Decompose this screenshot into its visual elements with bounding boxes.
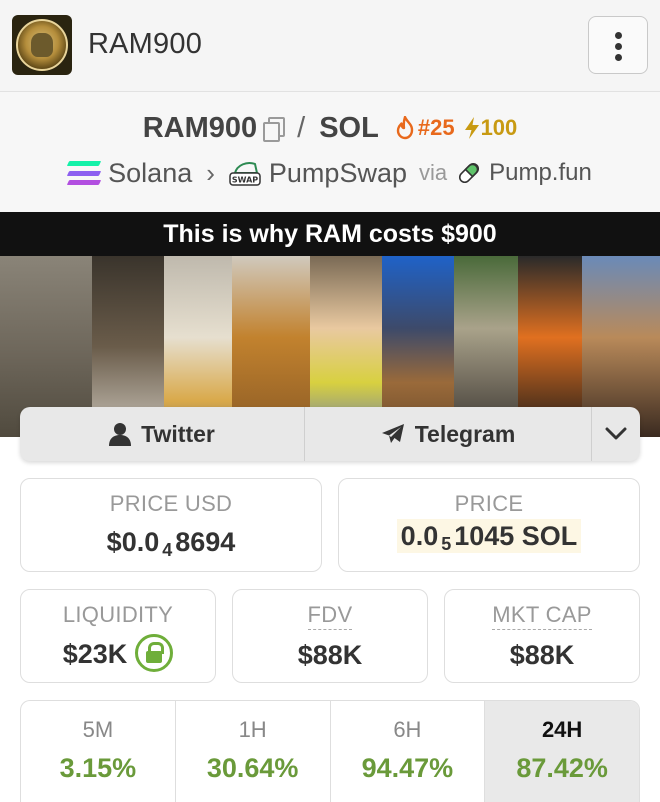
- dex-name[interactable]: PumpSwap: [269, 158, 407, 189]
- solana-icon: [66, 161, 102, 185]
- fdv-value: $88K: [297, 640, 363, 670]
- market-cap-card: MKT CAP $88K: [444, 589, 640, 683]
- price-usd-value: $0.0 4 8694: [106, 527, 236, 560]
- liquidity-value: $23K: [62, 639, 128, 669]
- lightning-icon: [464, 117, 479, 139]
- market-cap-label[interactable]: MKT CAP: [492, 602, 592, 630]
- price-usd-card: PRICE USD $0.0 4 8694: [20, 478, 322, 572]
- chevron-right-icon: ›: [206, 157, 215, 188]
- quote-token-symbol: SOL: [319, 111, 379, 144]
- liquidity-value-row: $23K: [21, 634, 215, 672]
- page-title: RAM900: [88, 28, 203, 60]
- pair-title: RAM900 / SOL #25 100: [0, 108, 660, 148]
- tab-1h[interactable]: 1H 30.64%: [176, 701, 331, 802]
- swap-badge-text: SWAP: [232, 176, 258, 185]
- launchpad-name[interactable]: Pump.fun: [489, 159, 592, 187]
- tab-label: 6H: [393, 717, 422, 742]
- chevron-down-icon: [605, 427, 627, 440]
- trending-rank[interactable]: #25: [395, 115, 455, 141]
- tab-label: 24H: [541, 717, 583, 742]
- tab-24h[interactable]: 24H 87.42%: [485, 701, 639, 802]
- price-change-value: 30.64%: [206, 753, 299, 783]
- token-logo[interactable]: [12, 15, 72, 75]
- twitter-button[interactable]: Twitter: [20, 407, 304, 461]
- market-cap-value: $88K: [509, 640, 575, 670]
- token-banner-image: This is why RAM costs $900: [0, 212, 660, 437]
- liquidity-label: LIQUIDITY: [62, 602, 174, 627]
- pill-icon: [457, 161, 481, 185]
- social-links: Twitter Telegram: [20, 407, 640, 461]
- price-change-value: 94.47%: [361, 753, 454, 783]
- fdv-label[interactable]: FDV: [307, 602, 353, 630]
- price-usd-label: PRICE USD: [109, 491, 233, 516]
- price-native-label: PRICE: [454, 491, 524, 516]
- twitter-label: Twitter: [141, 420, 215, 447]
- price-native-card: PRICE 0.0 5 1045 SOL: [338, 478, 640, 572]
- more-links-button[interactable]: [592, 407, 640, 461]
- tab-label: 5M: [82, 717, 114, 742]
- user-icon: [109, 423, 132, 446]
- via-label: via: [418, 160, 448, 185]
- price-change-value: 3.15%: [59, 753, 137, 783]
- menu-button[interactable]: [588, 16, 648, 74]
- base-token-symbol: RAM900: [142, 111, 258, 144]
- tab-6h[interactable]: 6H 94.47%: [331, 701, 486, 802]
- chain-name[interactable]: Solana: [108, 158, 192, 189]
- tab-label: 1H: [238, 717, 267, 742]
- rank-value: #25: [417, 115, 455, 140]
- chain-breadcrumb: Solana › SWAP PumpSwap via Pump.fun: [0, 153, 660, 193]
- copy-icon[interactable]: [263, 117, 286, 142]
- pumpswap-icon: SWAP: [229, 159, 261, 187]
- telegram-button[interactable]: Telegram: [305, 407, 591, 461]
- boost-count[interactable]: 100: [463, 115, 518, 141]
- lock-icon[interactable]: [135, 634, 174, 672]
- liquidity-card: LIQUIDITY $23K: [20, 589, 216, 683]
- boost-value: 100: [480, 115, 518, 140]
- tab-5m[interactable]: 5M 3.15%: [21, 701, 176, 802]
- kebab-menu-icon: [615, 32, 622, 39]
- top-bar: RAM900: [0, 0, 660, 92]
- price-native-value: 0.0 5 1045 SOL: [339, 519, 639, 555]
- price-change-value: 87.42%: [516, 753, 608, 783]
- price-change-tabs: 5M 3.15% 1H 30.64% 6H 94.47% 24H 87.42%: [20, 700, 640, 802]
- telegram-label: Telegram: [414, 420, 516, 447]
- pair-separator: /: [297, 111, 306, 144]
- banner-caption: This is why RAM costs $900: [163, 220, 497, 248]
- telegram-icon: [381, 424, 404, 443]
- flame-icon: [396, 116, 414, 140]
- fdv-card: FDV $88K: [232, 589, 428, 683]
